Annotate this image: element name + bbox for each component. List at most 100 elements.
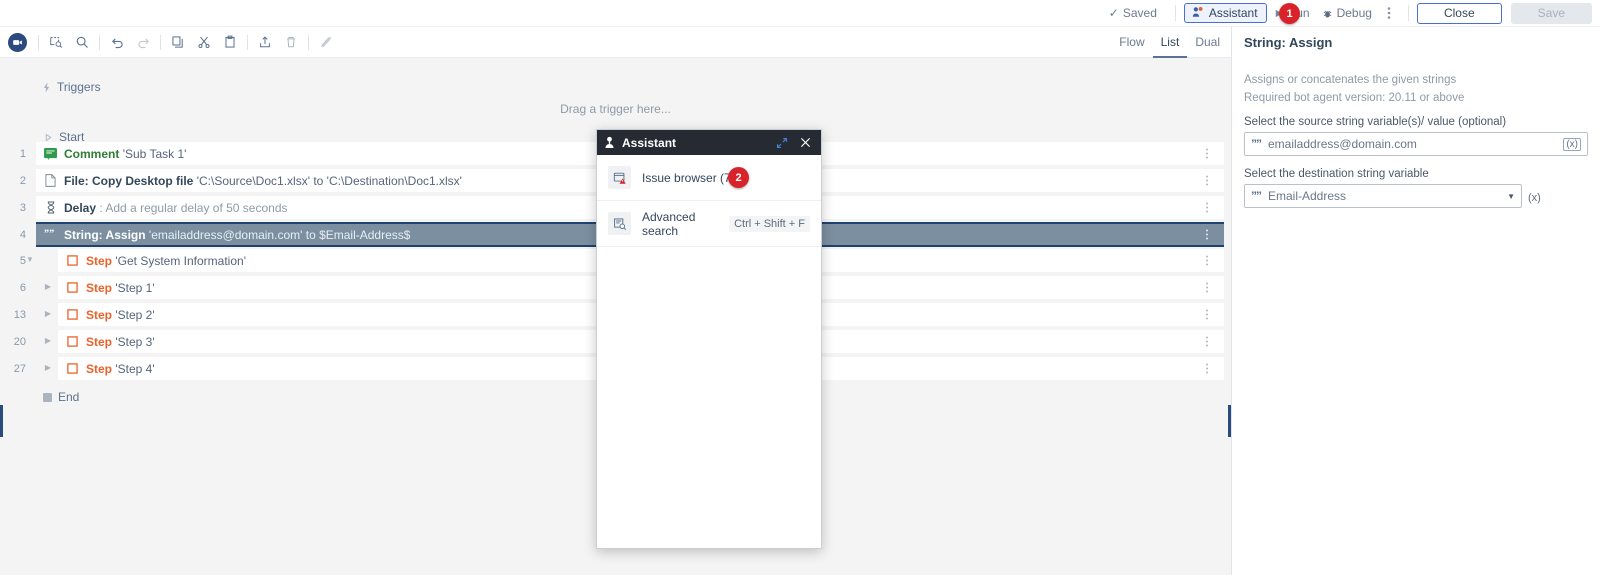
- source-field-label: Select the source string variable(s)/ va…: [1244, 116, 1507, 128]
- row-expand-caret[interactable]: ▶: [42, 282, 54, 291]
- debug-label: Debug: [1336, 6, 1372, 20]
- cut-icon[interactable]: [191, 30, 217, 54]
- row-number: 13: [13, 309, 26, 321]
- row-label: Step 'Step 4': [86, 362, 155, 376]
- copy-icon[interactable]: [165, 30, 191, 54]
- find-replace-icon[interactable]: [43, 30, 69, 54]
- hourglass-icon: [43, 201, 58, 214]
- row-menu-icon[interactable]: [1200, 334, 1214, 349]
- comment-icon: [43, 147, 58, 160]
- fx-variable-icon[interactable]: (x): [1563, 137, 1581, 151]
- row-number: 5: [19, 255, 26, 267]
- save-button: Save: [1510, 2, 1592, 24]
- issue-browser-icon: [608, 166, 631, 189]
- row-title: Step: [86, 253, 113, 268]
- triggers-node[interactable]: Triggers: [42, 80, 101, 94]
- row-menu-icon[interactable]: [1200, 173, 1214, 188]
- row-label: Step 'Step 2': [86, 308, 155, 322]
- destination-variable-select[interactable]: ”” Email-Address ▼: [1244, 184, 1522, 208]
- assistant-item-advanced-search[interactable]: Advanced search Ctrl + Shift + F: [597, 201, 821, 247]
- debug-button[interactable]: Debug: [1316, 3, 1378, 23]
- row-expand-caret[interactable]: ▶: [42, 363, 54, 372]
- row-title: Delay: [64, 200, 97, 215]
- more-options-button[interactable]: [1378, 3, 1400, 23]
- row-number: 1: [19, 148, 26, 160]
- row-title: Step: [86, 334, 113, 349]
- row-detail: 'Get System Information': [115, 253, 246, 268]
- divider: [99, 34, 100, 50]
- string-quote-icon: ””: [43, 229, 58, 241]
- view-tabs: Flow List Dual: [1111, 27, 1228, 58]
- row-number: 20: [13, 336, 26, 348]
- chevron-down-icon[interactable]: ▼: [1507, 192, 1515, 201]
- expand-diagonal-icon[interactable]: [773, 134, 790, 151]
- lightning-icon: [42, 82, 51, 93]
- row-menu-icon[interactable]: [1200, 253, 1214, 268]
- delete-icon[interactable]: [278, 30, 304, 54]
- properties-title: String: Assign: [1244, 35, 1333, 50]
- upload-icon[interactable]: [252, 30, 278, 54]
- row-title: File: Copy Desktop file: [64, 173, 194, 188]
- paste-icon[interactable]: [217, 30, 243, 54]
- assistant-item-issue-browser[interactable]: Issue browser (7): [597, 155, 821, 201]
- saved-label: Saved: [1122, 6, 1157, 20]
- tab-dual[interactable]: Dual: [1187, 28, 1228, 58]
- row-label: Step 'Step 3': [86, 335, 155, 349]
- row-expand-caret[interactable]: ▶: [42, 309, 54, 318]
- redo-icon[interactable]: [130, 30, 156, 54]
- step-square-icon: [65, 255, 80, 266]
- play-triangle-icon: [44, 133, 53, 142]
- divider: [160, 34, 161, 50]
- row-title: String: Assign: [64, 227, 146, 242]
- step-square-icon: [65, 309, 80, 320]
- divider: [1407, 5, 1409, 21]
- row-menu-icon[interactable]: [1200, 280, 1214, 295]
- drag-trigger-placeholder[interactable]: Drag a trigger here...: [0, 102, 1231, 116]
- row-menu-icon[interactable]: [1200, 307, 1214, 322]
- assistant-item-shortcut: Ctrl + Shift + F: [729, 215, 810, 232]
- divider: [1174, 5, 1176, 21]
- undo-icon[interactable]: [104, 30, 130, 54]
- close-button[interactable]: Close: [1416, 2, 1502, 24]
- properties-version-note: Required bot agent version: 20.11 or abo…: [1244, 92, 1465, 104]
- row-menu-icon[interactable]: [1200, 146, 1214, 161]
- string-quote-icon: ””: [1251, 189, 1262, 203]
- source-string-value: emailaddress@domain.com: [1268, 137, 1417, 151]
- close-icon[interactable]: [797, 134, 814, 151]
- tab-flow[interactable]: Flow: [1111, 28, 1152, 58]
- divider: [308, 34, 309, 50]
- file-icon: [43, 174, 58, 187]
- row-label: File: Copy Desktop file 'C:\Source\Doc1.…: [64, 174, 462, 188]
- destination-field-label: Select the destination string variable: [1244, 168, 1429, 180]
- destination-variable-value: Email-Address: [1268, 189, 1347, 203]
- kebab-menu-icon: [1387, 6, 1391, 20]
- search-icon[interactable]: [69, 30, 95, 54]
- assistant-button[interactable]: Assistant: [1183, 3, 1267, 23]
- row-label: Comment 'Sub Task 1': [64, 147, 186, 161]
- row-expand-caret[interactable]: ▶: [42, 336, 54, 345]
- assistant-panel-title: Assistant: [622, 135, 677, 150]
- assistant-panel-header: Assistant: [597, 130, 821, 155]
- stop-square-icon: [43, 392, 52, 402]
- tab-list[interactable]: List: [1152, 28, 1188, 58]
- triggers-label: Triggers: [57, 80, 101, 94]
- top-bar: ✓ Saved Assistant Run: [0, 0, 1600, 27]
- row-expand-caret[interactable]: ▼: [24, 255, 36, 264]
- row-menu-icon[interactable]: [1200, 227, 1214, 242]
- row-label: String: Assign 'emailaddress@domain.com'…: [64, 228, 410, 242]
- row-detail: 'Step 2': [115, 307, 155, 322]
- fx-variable-icon[interactable]: (x): [1528, 192, 1541, 208]
- row-label: Step 'Step 1': [86, 281, 155, 295]
- row-title: Comment: [64, 146, 120, 161]
- assistant-button-label: Assistant: [1208, 5, 1258, 20]
- row-detail: 'Step 3': [115, 334, 155, 349]
- row-number: 6: [19, 282, 26, 294]
- disable-icon[interactable]: [313, 30, 339, 54]
- source-string-input[interactable]: ”” emailaddress@domain.com (x): [1244, 132, 1588, 156]
- row-menu-icon[interactable]: [1200, 200, 1214, 215]
- row-detail: 'emailaddress@domain.com' to $Email-Addr…: [148, 227, 411, 242]
- end-node[interactable]: End: [43, 390, 79, 404]
- row-menu-icon[interactable]: [1200, 361, 1214, 376]
- assistant-robot-icon: [1191, 6, 1204, 19]
- assistant-panel: Assistant Issue browser (7) Advanced sea…: [596, 129, 822, 549]
